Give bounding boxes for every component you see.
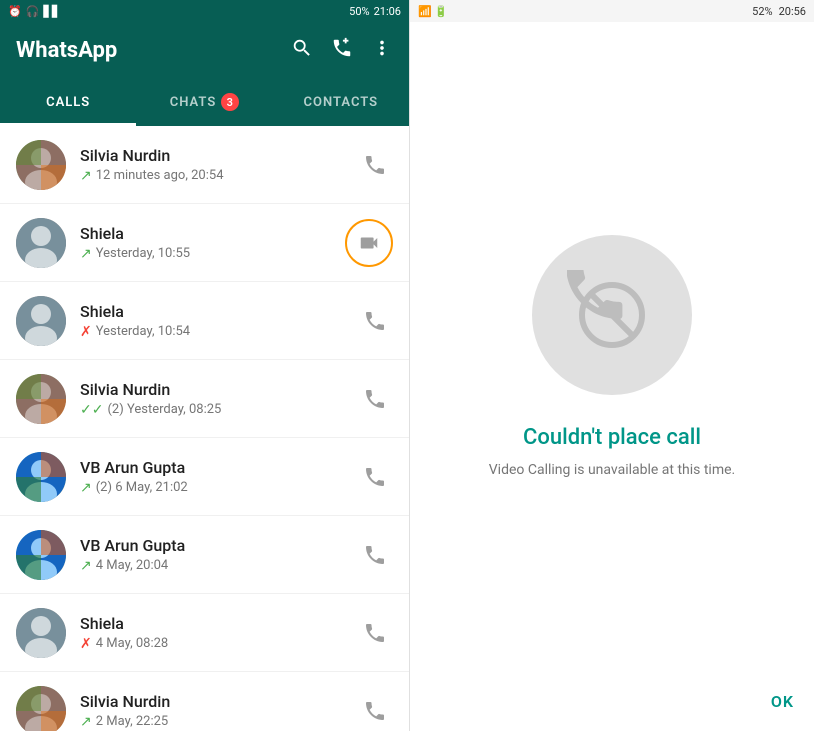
call-name: VB Arun Gupta: [80, 536, 357, 555]
time-left: 21:06: [374, 5, 401, 18]
call-info: Shiela ↗ Yesterday, 10:55: [80, 224, 345, 262]
status-bar-left: ⏰ 🎧 ▋▋ 50% 21:06: [0, 0, 409, 22]
app-title: WhatsApp: [16, 38, 117, 63]
avatar: [16, 686, 66, 731]
ok-button[interactable]: OK: [771, 692, 794, 711]
battery-text: 50%: [349, 5, 369, 18]
call-meta: ↗ 2 May, 22:25: [80, 714, 357, 730]
call-info: Silvia Nurdin ✓✓ (2) Yesterday, 08:25: [80, 380, 357, 418]
call-item: VB Arun Gupta ↗ (2) 6 May, 21:02: [0, 438, 409, 516]
call-info: Shiela ✗ Yesterday, 10:54: [80, 302, 357, 340]
call-item: Shiela ✗ 4 May, 08:28: [0, 594, 409, 672]
app-header: WhatsApp: [0, 22, 409, 78]
call-time: (2) Yesterday, 08:25: [107, 402, 221, 417]
outgoing-arrow-icon: ↗: [80, 714, 92, 730]
call-name: Silvia Nurdin: [80, 380, 357, 399]
more-options-icon[interactable]: [371, 37, 393, 64]
call-item: Silvia Nurdin ↗ 12 minutes ago, 20:54: [0, 126, 409, 204]
right-status-right: 52% 20:56: [752, 5, 806, 18]
avatar: [16, 140, 66, 190]
call-name: Shiela: [80, 614, 357, 633]
call-item: Shiela ↗ Yesterday, 10:55: [0, 204, 409, 282]
outgoing-arrow-icon: ✓✓: [80, 402, 103, 418]
avatar: [16, 374, 66, 424]
call-time: Yesterday, 10:55: [96, 246, 190, 261]
call-info: VB Arun Gupta ↗ 4 May, 20:04: [80, 536, 357, 574]
call-time: 4 May, 08:28: [96, 636, 168, 651]
call-time: 4 May, 20:04: [96, 558, 168, 573]
call-time: 2 May, 22:25: [96, 714, 168, 729]
avatar: [16, 530, 66, 580]
error-icon-circle: [532, 235, 692, 395]
right-panel: 📶 🔋 52% 20:56 Couldn't place call Video …: [410, 0, 814, 731]
call-meta: ✓✓ (2) Yesterday, 08:25: [80, 402, 357, 418]
avatar: [16, 452, 66, 502]
call-phone-button[interactable]: [357, 615, 393, 651]
call-info: Shiela ✗ 4 May, 08:28: [80, 614, 357, 652]
call-meta: ↗ Yesterday, 10:55: [80, 246, 345, 262]
missed-arrow-icon: ✗: [80, 636, 92, 652]
call-info: VB Arun Gupta ↗ (2) 6 May, 21:02: [80, 458, 357, 496]
call-phone-button[interactable]: [357, 147, 393, 183]
call-item: Silvia Nurdin ✓✓ (2) Yesterday, 08:25: [0, 360, 409, 438]
alarm-icon: ⏰: [8, 5, 22, 18]
avatar: [16, 296, 66, 346]
phone-blocked-icon: [567, 270, 657, 360]
call-meta: ↗ 4 May, 20:04: [80, 558, 357, 574]
call-phone-button[interactable]: [357, 381, 393, 417]
status-bar-right-icons: 50% 21:06: [349, 5, 401, 18]
outgoing-arrow-icon: ↗: [80, 480, 92, 496]
call-name: VB Arun Gupta: [80, 458, 357, 477]
left-panel: ⏰ 🎧 ▋▋ 50% 21:06 WhatsApp CALLS: [0, 0, 410, 731]
signal-icon: ▋▋: [43, 5, 60, 18]
call-name: Shiela: [80, 302, 357, 321]
call-time: (2) 6 May, 21:02: [96, 480, 188, 495]
call-item: Silvia Nurdin ↗ 2 May, 22:25: [0, 672, 409, 731]
avatar: [16, 218, 66, 268]
call-meta: ✗ 4 May, 08:28: [80, 636, 357, 652]
call-meta: ↗ (2) 6 May, 21:02: [80, 480, 357, 496]
bluetooth-icon: 🎧: [26, 5, 40, 18]
call-name: Shiela: [80, 224, 345, 243]
chats-badge: 3: [221, 93, 239, 111]
call-item: Shiela ✗ Yesterday, 10:54: [0, 282, 409, 360]
call-meta: ✗ Yesterday, 10:54: [80, 324, 357, 340]
error-dialog: Couldn't place call Video Calling is una…: [410, 22, 814, 731]
header-actions: [291, 37, 393, 64]
call-phone-button[interactable]: [357, 459, 393, 495]
call-phone-button[interactable]: [357, 303, 393, 339]
right-status-bar: 📶 🔋 52% 20:56: [410, 0, 814, 22]
call-phone-button[interactable]: [357, 693, 393, 729]
outgoing-arrow-icon: ↗: [80, 168, 92, 184]
tabs-bar: CALLS CHATS 3 CONTACTS: [0, 78, 409, 126]
error-subtitle: Video Calling is unavailable at this tim…: [489, 462, 735, 478]
call-add-icon[interactable]: [331, 37, 353, 64]
call-info: Silvia Nurdin ↗ 12 minutes ago, 20:54: [80, 146, 357, 184]
tab-calls[interactable]: CALLS: [0, 78, 136, 126]
right-status-icons: 📶 🔋: [418, 5, 448, 18]
call-meta: ↗ 12 minutes ago, 20:54: [80, 168, 357, 184]
tab-chats[interactable]: CHATS 3: [136, 78, 272, 126]
call-item: VB Arun Gupta ↗ 4 May, 20:04: [0, 516, 409, 594]
call-name: Silvia Nurdin: [80, 692, 357, 711]
outgoing-arrow-icon: ↗: [80, 558, 92, 574]
error-title: Couldn't place call: [523, 425, 701, 450]
status-bar-left-icons: ⏰ 🎧 ▋▋: [8, 5, 60, 18]
right-time: 20:56: [779, 5, 806, 18]
avatar: [16, 608, 66, 658]
search-icon[interactable]: [291, 37, 313, 64]
missed-arrow-icon: ✗: [80, 324, 92, 340]
video-call-button[interactable]: [345, 219, 393, 267]
tab-contacts[interactable]: CONTACTS: [273, 78, 409, 126]
call-time: 12 minutes ago, 20:54: [96, 168, 224, 183]
call-time: Yesterday, 10:54: [96, 324, 190, 339]
outgoing-arrow-icon: ↗: [80, 246, 92, 262]
call-phone-button[interactable]: [357, 537, 393, 573]
right-battery: 52%: [752, 5, 772, 18]
call-name: Silvia Nurdin: [80, 146, 357, 165]
call-list: Silvia Nurdin ↗ 12 minutes ago, 20:54: [0, 126, 409, 731]
call-info: Silvia Nurdin ↗ 2 May, 22:25: [80, 692, 357, 730]
